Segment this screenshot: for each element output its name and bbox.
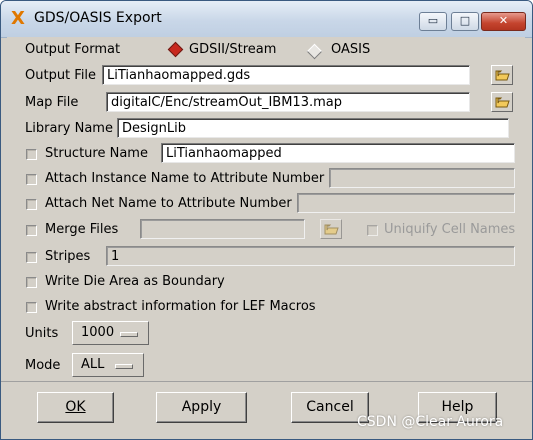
- folder-icon: [324, 224, 339, 235]
- merge-files-checkbox[interactable]: [26, 225, 37, 236]
- write-die-area-label: Write Die Area as Boundary: [45, 274, 225, 289]
- dropdown-indicator-icon: [115, 364, 133, 369]
- uniquify-checkbox[interactable]: [367, 225, 378, 236]
- button-bar: OK Apply Cancel Help: [1, 381, 532, 439]
- attach-net-input[interactable]: [297, 193, 515, 213]
- stripes-label: Stripes: [45, 249, 91, 264]
- map-file-label: Map File: [25, 95, 79, 110]
- close-button[interactable]: ✕: [481, 12, 526, 31]
- minimize-button[interactable]: ▭: [419, 12, 447, 31]
- library-name-label: Library Name: [25, 121, 113, 136]
- apply-button[interactable]: Apply: [156, 392, 247, 423]
- cancel-button-label: Cancel: [306, 399, 354, 415]
- stripes-input[interactable]: 1: [106, 246, 515, 266]
- oasis-radio[interactable]: [308, 45, 320, 57]
- structure-name-input[interactable]: LiTianhaomapped: [161, 143, 515, 163]
- structure-name-checkbox[interactable]: [26, 149, 37, 160]
- merge-files-browse-button[interactable]: [320, 219, 342, 239]
- write-abstract-label: Write abstract information for LEF Macro…: [45, 299, 316, 314]
- mode-label: Mode: [25, 358, 61, 373]
- output-format-label: Output Format: [25, 42, 121, 57]
- dropdown-indicator-icon: [120, 332, 138, 337]
- gdsii-radio[interactable]: [169, 43, 181, 55]
- ok-button[interactable]: OK: [37, 392, 114, 423]
- output-file-label: Output File: [25, 68, 97, 83]
- export-dialog: X GDS/OASIS Export ▭ □ ✕ Output Format G…: [0, 0, 533, 440]
- attach-instance-checkbox[interactable]: [26, 174, 37, 185]
- oasis-option-label[interactable]: OASIS: [331, 42, 370, 57]
- merge-files-input[interactable]: [140, 219, 305, 239]
- maximize-button[interactable]: □: [451, 12, 479, 31]
- write-die-area-checkbox[interactable]: [26, 277, 37, 288]
- output-file-input[interactable]: LiTianhaomapped.gds: [102, 65, 470, 85]
- output-file-browse-button[interactable]: [491, 65, 513, 85]
- units-select[interactable]: 1000: [72, 321, 149, 345]
- folder-icon: [495, 97, 510, 108]
- attach-net-checkbox[interactable]: [26, 199, 37, 210]
- mode-value: ALL: [81, 357, 105, 372]
- folder-icon: [495, 70, 510, 81]
- gdsii-option-label[interactable]: GDSII/Stream: [189, 42, 276, 57]
- map-file-browse-button[interactable]: [491, 92, 513, 112]
- units-label: Units: [25, 326, 59, 341]
- window-title: GDS/OASIS Export: [34, 10, 162, 26]
- apply-button-label: Apply: [181, 399, 222, 415]
- library-name-input[interactable]: DesignLib: [117, 118, 509, 138]
- dialog-body: Output Format GDSII/Stream OASIS Output …: [7, 37, 525, 377]
- title-bar[interactable]: X GDS/OASIS Export ▭ □ ✕: [1, 1, 532, 38]
- ok-button-label: OK: [65, 399, 86, 415]
- stripes-checkbox[interactable]: [26, 252, 37, 263]
- mode-select[interactable]: ALL: [72, 353, 144, 377]
- attach-instance-label: Attach Instance Name to Attribute Number: [45, 171, 325, 186]
- help-button-label: Help: [441, 399, 474, 415]
- write-abstract-checkbox[interactable]: [26, 302, 37, 313]
- attach-instance-input[interactable]: [329, 168, 515, 188]
- attach-net-label: Attach Net Name to Attribute Number: [45, 196, 292, 211]
- watermark: CSDN @Clear Aurora: [357, 414, 504, 430]
- map-file-input[interactable]: digitalC/Enc/streamOut_IBM13.map: [106, 92, 470, 112]
- structure-name-label: Structure Name: [45, 146, 148, 161]
- app-icon: X: [11, 8, 25, 29]
- units-value: 1000: [81, 325, 115, 340]
- merge-files-label: Merge Files: [45, 222, 119, 237]
- uniquify-label: Uniquify Cell Names: [384, 222, 516, 237]
